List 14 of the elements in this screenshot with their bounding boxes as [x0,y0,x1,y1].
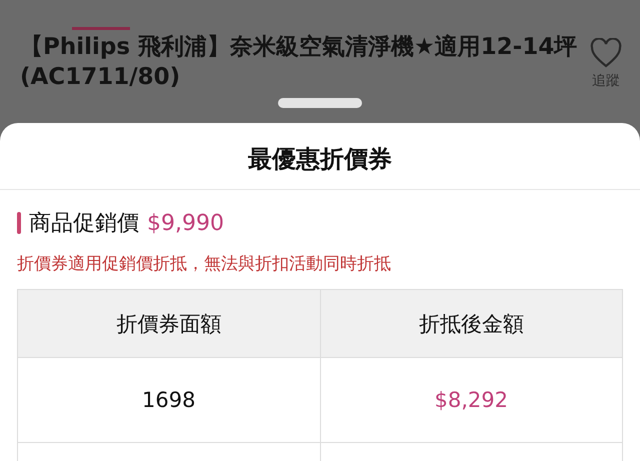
heart-icon[interactable] [590,38,622,68]
column-header: 折價券面額 [18,290,320,358]
sheet-title: 最優惠折價券 [0,123,640,190]
follow-label[interactable]: 追蹤 [592,72,620,90]
product-title: 【Philips 飛利浦】奈米級空氣清淨機★適用12-14坪 (AC1711/80) [20,33,578,92]
drag-handle[interactable] [278,98,362,108]
table-cell: 1698 [18,358,320,443]
price-value: $9,990 [147,210,224,236]
coupon-note: 折價券適用促銷價折抵，無法與折扣活動同時折抵 [17,253,392,275]
accent-bar [17,212,21,234]
price-label: 商品促銷價 [29,210,139,238]
tab-indicator [72,27,130,30]
table-cell: $8,292 [320,358,623,443]
column-header: 折抵後金額 [320,290,623,358]
